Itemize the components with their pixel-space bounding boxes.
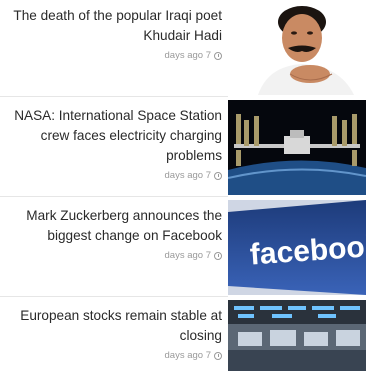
news-text: The death of the popular Iraqi poet Khud…: [0, 0, 228, 95]
news-time: days ago 7: [165, 170, 222, 181]
news-item[interactable]: NASA: International Space Station crew f…: [0, 100, 366, 195]
news-thumbnail[interactable]: [228, 300, 366, 371]
news-thumbnail[interactable]: facebook: [228, 200, 366, 295]
facebook-logo-icon: facebook: [228, 200, 366, 295]
clock-icon: [214, 51, 222, 60]
news-thumbnail[interactable]: [228, 100, 366, 195]
news-item[interactable]: Mark Zuckerberg announces the biggest ch…: [0, 200, 366, 295]
portrait-icon: [228, 0, 366, 95]
news-item[interactable]: The death of the popular Iraqi poet Khud…: [0, 0, 366, 95]
news-time-label: days ago 7: [164, 350, 211, 361]
news-title-link[interactable]: European stocks remain stable at closing: [0, 300, 222, 346]
news-title-link[interactable]: Mark Zuckerberg announces the biggest ch…: [0, 200, 222, 246]
news-time: days ago 7: [165, 250, 222, 261]
space-station-icon: [228, 100, 366, 195]
news-text: Mark Zuckerberg announces the biggest ch…: [0, 200, 228, 295]
news-title-link[interactable]: The death of the popular Iraqi poet Khud…: [0, 0, 222, 46]
news-time-label: days ago 7: [164, 170, 211, 181]
stock-exchange-icon: [228, 300, 366, 371]
clock-icon: [214, 171, 222, 180]
divider: [0, 96, 228, 97]
clock-icon: [214, 251, 222, 260]
divider: [0, 196, 228, 197]
news-list: The death of the popular Iraqi poet Khud…: [0, 0, 366, 371]
news-time: days ago 7: [165, 350, 222, 361]
news-text: NASA: International Space Station crew f…: [0, 100, 228, 195]
divider: [0, 296, 228, 297]
news-text: European stocks remain stable at closing…: [0, 300, 228, 371]
news-thumbnail[interactable]: [228, 0, 366, 95]
clock-icon: [214, 351, 222, 360]
news-title-link[interactable]: NASA: International Space Station crew f…: [0, 100, 222, 166]
news-time-label: days ago 7: [164, 250, 211, 261]
news-item[interactable]: European stocks remain stable at closing…: [0, 300, 366, 371]
news-time-label: days ago 7: [164, 50, 211, 61]
news-time: days ago 7: [165, 50, 222, 61]
